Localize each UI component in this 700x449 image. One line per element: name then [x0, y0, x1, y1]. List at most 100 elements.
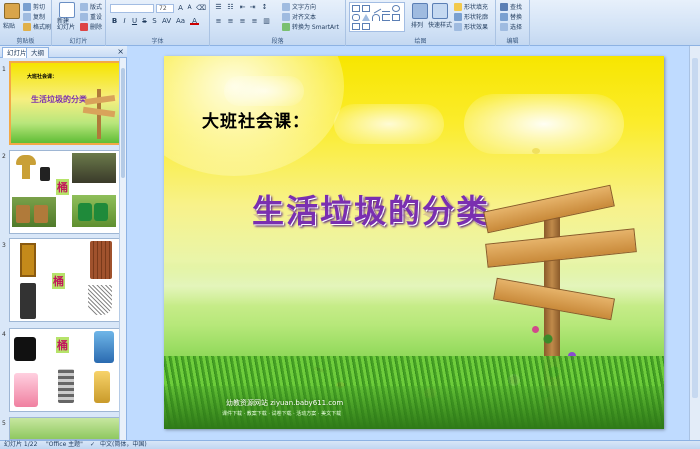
increase-indent-icon[interactable]: ⇥ — [248, 3, 257, 11]
slide-thumbnail-4[interactable]: 桶 — [9, 328, 121, 412]
align-right-icon[interactable]: ≡ — [238, 17, 247, 25]
slide-number: 5 — [2, 420, 6, 427]
green-bin — [94, 203, 108, 221]
shapes-gallery[interactable] — [349, 2, 405, 32]
shape-star-icon[interactable] — [392, 14, 400, 21]
scrollbar-thumb[interactable] — [692, 58, 698, 398]
font-name-select[interactable] — [110, 4, 154, 13]
font-group: 72 A A ⌫ B I U S S AV Aa A 字体 — [106, 0, 210, 46]
shape-rounded-icon[interactable] — [352, 14, 360, 21]
slide-count-status: 幻灯片 1/22 — [4, 441, 38, 448]
bold-icon[interactable]: B — [110, 17, 119, 25]
font-color-icon[interactable]: A — [190, 17, 199, 25]
slide-number: 4 — [2, 331, 6, 338]
bullets-icon[interactable]: ☰ — [214, 3, 223, 11]
editor-scrollbar[interactable] — [689, 46, 700, 440]
paste-button[interactable]: 粘贴 — [3, 21, 15, 30]
align-text-button[interactable]: 对齐文本 — [282, 12, 316, 21]
arrange-icon[interactable] — [412, 3, 428, 19]
clear-format-icon[interactable]: ⌫ — [196, 4, 206, 12]
numbering-icon[interactable]: ☷ — [226, 3, 235, 11]
decrease-indent-icon[interactable]: ⇤ — [238, 3, 247, 11]
quick-styles-button[interactable]: 快速样式 — [428, 20, 452, 29]
editing-group-label: 编辑 — [506, 38, 519, 45]
slide-thumbnail-2[interactable]: 桶 — [9, 150, 121, 234]
thumbnail-scrollbar[interactable] — [119, 58, 126, 440]
shape-triangle-icon[interactable] — [362, 14, 370, 21]
new-slide-button[interactable]: 新建 幻灯片 — [57, 19, 75, 31]
flower-icon — [532, 326, 539, 333]
tab-outline[interactable]: 大纲 — [26, 47, 49, 58]
text-direction-button[interactable]: 文字方向 — [282, 2, 316, 11]
quick-styles-icon[interactable] — [432, 3, 448, 19]
scrollbar-thumb[interactable] — [121, 68, 125, 178]
reset-button[interactable]: 重设 — [80, 12, 102, 21]
select-label: 选择 — [510, 24, 523, 31]
slide-subtitle[interactable]: 大班社会课： — [202, 107, 310, 132]
theme-status[interactable]: "Office 主题" — [46, 441, 83, 449]
slide-thumbnail-1[interactable]: 大班社会课： 生活垃圾的分类 — [9, 61, 121, 145]
columns-icon[interactable]: ▥ — [262, 17, 271, 25]
replace-button[interactable]: 替换 — [500, 12, 522, 21]
paragraph-group: ☰ ☷ ⇤ ⇥ ↕ ≡ ≡ ≡ ≡ ▥ 文字方向 对齐文本 转换为 SmartA… — [210, 0, 346, 46]
shrink-font-icon[interactable]: A — [185, 4, 194, 12]
cut-button[interactable]: 剪切 — [23, 2, 45, 11]
arrange-label: 排列 — [411, 22, 424, 29]
arrange-button[interactable]: 排列 — [411, 20, 423, 29]
change-case-icon[interactable]: Aa — [176, 17, 185, 25]
shape-fill-button[interactable]: 形状填充 — [454, 2, 488, 11]
shape-brace-icon[interactable] — [382, 14, 390, 21]
spacing-icon[interactable]: AV — [162, 17, 171, 25]
slide-number: 2 — [2, 153, 6, 160]
shape-effects-button[interactable]: 形状效果 — [454, 22, 488, 31]
bin-label: 桶 — [56, 179, 69, 195]
grow-font-icon[interactable]: A — [176, 4, 185, 12]
shape-arrow-icon[interactable] — [382, 5, 390, 12]
slide-canvas[interactable]: 大班社会课： 生活垃圾的分类 生活垃圾的分类 幼教资源网站 ziyuan.bab… — [164, 56, 664, 429]
language-status[interactable]: 中文(简体，中国) — [100, 441, 147, 449]
select-button[interactable]: 选择 — [500, 22, 522, 31]
spellcheck-icon[interactable]: ✓ — [90, 441, 95, 449]
align-left-icon[interactable]: ≡ — [214, 17, 223, 25]
format-painter-button[interactable]: 格式刷 — [23, 22, 51, 31]
align-center-icon[interactable]: ≡ — [226, 17, 235, 25]
smartart-button[interactable]: 转换为 SmartArt — [282, 22, 339, 31]
cloud-image — [334, 104, 444, 144]
slide-thumbnail-5[interactable] — [9, 417, 121, 440]
smartart-icon — [282, 22, 290, 31]
shape-oval-icon[interactable] — [392, 5, 400, 12]
align-text-label: 对齐文本 — [292, 14, 317, 21]
font-group-label: 字体 — [151, 38, 164, 45]
close-icon[interactable]: × — [117, 47, 124, 57]
delete-button[interactable]: 删除 — [80, 22, 102, 31]
layout-button[interactable]: 版式 — [80, 2, 102, 11]
thumb-title: 生活垃圾的分类 — [31, 95, 87, 104]
strikethrough-icon[interactable]: S — [140, 17, 149, 25]
shape-text-box-icon[interactable] — [362, 5, 370, 12]
clipboard-group-label: 剪贴板 — [16, 38, 35, 45]
shape-outline-button[interactable]: 形状轮廓 — [454, 12, 488, 21]
shape-line-icon[interactable] — [370, 3, 382, 14]
underline-icon[interactable]: U — [130, 17, 139, 25]
shape-rectangle-icon[interactable] — [352, 5, 360, 12]
find-button[interactable]: 查找 — [500, 2, 522, 11]
paste-icon[interactable] — [4, 3, 20, 19]
mushroom-bin-stem — [22, 165, 30, 179]
dark-bins-image — [72, 153, 116, 183]
copy-button[interactable]: 复制 — [23, 12, 45, 21]
shape-callout-icon[interactable] — [362, 23, 370, 30]
shape-curve-icon[interactable] — [372, 14, 380, 21]
shape-freeform-icon[interactable] — [352, 23, 360, 30]
wooden-bins-image — [12, 197, 56, 227]
slide-thumbnail-3[interactable]: 桶 — [9, 238, 121, 322]
shadow-icon[interactable]: S — [150, 17, 159, 25]
line-spacing-icon[interactable]: ↕ — [260, 3, 269, 11]
text-direction-icon — [282, 2, 290, 11]
layout-icon — [80, 2, 88, 11]
justify-icon[interactable]: ≡ — [250, 17, 259, 25]
font-size-select[interactable]: 72 — [156, 4, 174, 13]
new-slide-icon[interactable] — [59, 2, 75, 18]
mushroom-bin-image — [16, 155, 36, 165]
italic-icon[interactable]: I — [120, 17, 129, 25]
copy-icon — [23, 12, 31, 21]
